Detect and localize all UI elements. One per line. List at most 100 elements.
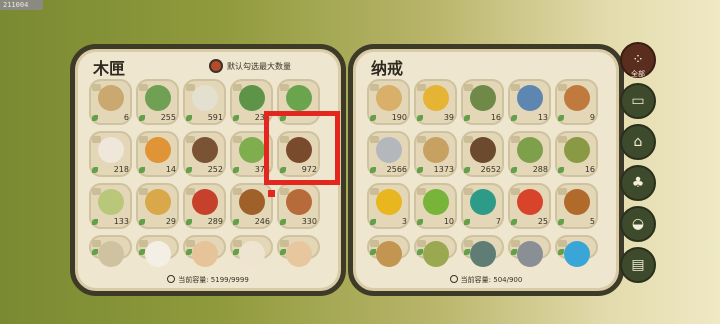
right_panel-slot[interactable]: [461, 235, 504, 267]
quality-leaf-icon: [186, 167, 192, 173]
quality-leaf-icon: [233, 115, 239, 121]
tea-pot-icon: [564, 85, 590, 111]
marker-square: [268, 190, 275, 197]
herb-icon: [239, 85, 265, 111]
item-count: 289: [207, 217, 223, 226]
teal-orb-icon: [470, 189, 496, 215]
left_panel-slot[interactable]: [230, 235, 273, 267]
red-orb-icon: [517, 189, 543, 215]
right_panel-slot[interactable]: 16: [555, 131, 598, 177]
left_panel-slot[interactable]: 14: [136, 131, 179, 177]
capacity-icon: [167, 275, 176, 283]
left_panel-slot[interactable]: [136, 235, 179, 267]
item-count: 190: [391, 113, 407, 122]
herb-icon: ♣: [631, 175, 645, 191]
right_panel-slot[interactable]: 288: [508, 131, 551, 177]
quality-leaf-icon: [370, 249, 376, 255]
item-count: 6: [123, 113, 129, 122]
right_panel-slot[interactable]: [367, 235, 410, 267]
right_panel-slot[interactable]: 25: [508, 183, 551, 229]
wheat-icon: [145, 189, 171, 215]
quality-leaf-icon: [417, 167, 423, 173]
left_panel-slot[interactable]: 252: [183, 131, 226, 177]
quality-leaf-icon: [417, 249, 423, 255]
right_panel-slot[interactable]: 39: [414, 79, 457, 125]
right_panel-slot[interactable]: 16: [461, 79, 504, 125]
toggle-indicator-icon[interactable]: [209, 59, 223, 73]
right_panel-slot[interactable]: 3: [367, 183, 410, 229]
quality-leaf-icon: [139, 249, 145, 255]
left_panel-slot[interactable]: [89, 235, 132, 267]
right_panel-slot[interactable]: 13: [508, 79, 551, 125]
gold-orb-icon: [376, 189, 402, 215]
capacity-icon: [449, 275, 458, 283]
seed-icon: [98, 241, 124, 267]
white-seeds-icon: [192, 85, 218, 111]
stone-icon: [376, 137, 402, 163]
left_panel-slot[interactable]: 218: [89, 131, 132, 177]
quality-leaf-icon: [92, 115, 98, 121]
left_panel-slot[interactable]: 330: [277, 183, 320, 229]
item-count: 25: [537, 217, 548, 226]
quality-leaf-icon: [280, 249, 286, 255]
storage-ring-capacity: 当前容量: 504/900: [353, 275, 619, 285]
right_panel-slot[interactable]: 190: [367, 79, 410, 125]
left_panel-slot[interactable]: 591: [183, 79, 226, 125]
fish-icon: [286, 189, 312, 215]
category-building-button[interactable]: ⌂: [620, 124, 656, 160]
category-all-button[interactable]: ⁘ 全部: [620, 42, 656, 78]
left_panel-slot[interactable]: 289: [183, 183, 226, 229]
left_panel-slot[interactable]: 6: [89, 79, 132, 125]
right_panel-slot[interactable]: 1373: [414, 131, 457, 177]
quality-leaf-icon: [511, 115, 517, 121]
quality-leaf-icon: [558, 115, 564, 121]
right_panel-slot[interactable]: [508, 235, 551, 267]
quality-leaf-icon: [511, 167, 517, 173]
quality-leaf-icon: [464, 249, 470, 255]
item-count: 16: [584, 165, 595, 174]
garlic-icon: [239, 241, 265, 267]
item-count: 5: [589, 217, 595, 226]
item-count: 29: [165, 217, 176, 226]
right_panel-slot[interactable]: 10: [414, 183, 457, 229]
item-count: 16: [490, 113, 501, 122]
straw-icon: [423, 137, 449, 163]
left_panel-slot[interactable]: 29: [136, 183, 179, 229]
category-food-button[interactable]: ◒: [620, 206, 656, 242]
log-icon: ▭: [631, 93, 645, 109]
right_panel-slot[interactable]: 9: [555, 79, 598, 125]
quality-leaf-icon: [233, 167, 239, 173]
right_panel-slot[interactable]: 2652: [461, 131, 504, 177]
category-herbs-button[interactable]: ♣: [620, 165, 656, 201]
item-count: 252: [207, 165, 223, 174]
storage-ring-capacity-text: 当前容量: 504/900: [460, 276, 523, 284]
quality-leaf-icon: [92, 167, 98, 173]
quality-leaf-icon: [92, 249, 98, 255]
right_panel-slot[interactable]: [414, 235, 457, 267]
clover-icon: [286, 85, 312, 111]
category-materials-button[interactable]: ▭: [620, 83, 656, 119]
quality-leaf-icon: [558, 249, 564, 255]
left_panel-slot[interactable]: 246: [230, 183, 273, 229]
quality-leaf-icon: [186, 219, 192, 225]
chicken-icon: [192, 241, 218, 267]
quality-leaf-icon: [370, 219, 376, 225]
storage-ring-grid: 190 39 16 13 9 2566 1373 2652 288 16 3 10 7 25 5: [367, 79, 598, 281]
right_panel-slot[interactable]: 2566: [367, 131, 410, 177]
left_panel-slot[interactable]: 255: [136, 79, 179, 125]
mushroom-icon: [98, 137, 124, 163]
quality-leaf-icon: [511, 249, 517, 255]
right_panel-slot[interactable]: 7: [461, 183, 504, 229]
category-scrolls-button[interactable]: ▤: [620, 247, 656, 283]
build-id-label: 211004: [0, 0, 43, 10]
right_panel-slot[interactable]: [555, 235, 598, 267]
left_panel-slot[interactable]: [183, 235, 226, 267]
yellow-fruit-icon: [423, 85, 449, 111]
quality-leaf-icon: [370, 115, 376, 121]
left_panel-slot[interactable]: [277, 235, 320, 267]
right_panel-slot[interactable]: 5: [555, 183, 598, 229]
left_panel-slot[interactable]: 133: [89, 183, 132, 229]
vortex-orb-icon: [564, 241, 590, 267]
quality-leaf-icon: [139, 219, 145, 225]
max-quantity-toggle[interactable]: 默认勾选最大数量: [209, 59, 291, 73]
